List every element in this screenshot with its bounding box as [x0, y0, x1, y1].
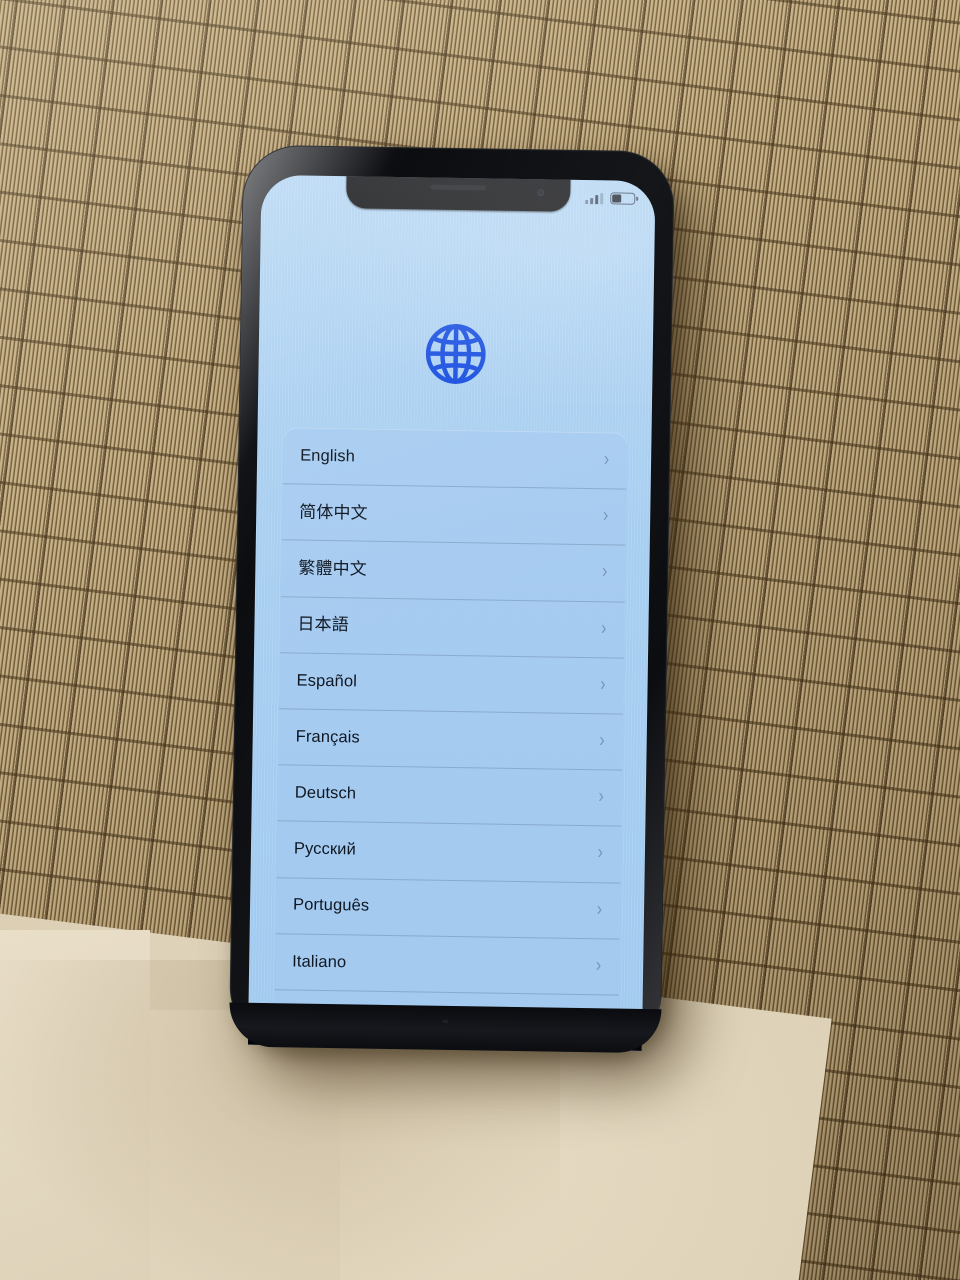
front-camera-icon [537, 189, 545, 197]
language-label: Français [295, 727, 360, 747]
chevron-right-icon: › [597, 842, 604, 864]
chevron-right-icon: › [599, 730, 605, 752]
table-far-left-area [0, 930, 150, 1280]
language-label: Italiano [292, 952, 347, 971]
hero-icon-container [258, 317, 653, 391]
language-list-panel: English › 简体中文 › 繁體中文 › 日本語 › Español › … [273, 427, 628, 1051]
earpiece-speaker [430, 184, 487, 191]
phone-screen: English › 简体中文 › 繁體中文 › 日本語 › Español › … [247, 174, 656, 1051]
language-row-portuguese[interactable]: Português › [276, 877, 621, 939]
cellular-signal-icon [585, 192, 604, 204]
language-label: Español [296, 671, 358, 691]
chevron-right-icon: › [600, 673, 606, 696]
language-row-traditional-chinese[interactable]: 繁體中文 › [281, 540, 626, 602]
language-label: Português [292, 895, 370, 916]
language-row-french[interactable]: Français › [278, 708, 623, 770]
language-row-english[interactable]: English › [283, 427, 628, 489]
language-row-japanese[interactable]: 日本語 › [280, 596, 625, 658]
language-label: 繁體中文 [298, 558, 367, 579]
chevron-right-icon: › [601, 561, 608, 583]
chevron-right-icon: › [602, 505, 609, 527]
language-row-italian[interactable]: Italiano › [275, 933, 620, 995]
language-row-simplified-chinese[interactable]: 简体中文 › [282, 483, 627, 545]
language-label: Русский [293, 839, 357, 859]
language-row-german[interactable]: Deutsch › [277, 764, 622, 826]
chevron-right-icon: › [603, 449, 610, 471]
smartphone-device: English › 简体中文 › 繁體中文 › 日本語 › Español › … [228, 144, 675, 1054]
chevron-right-icon: › [598, 786, 604, 808]
language-label: Deutsch [294, 783, 357, 803]
language-label: 简体中文 [299, 502, 368, 523]
language-label: English [300, 446, 356, 466]
language-label: 日本語 [297, 614, 349, 635]
chevron-right-icon: › [595, 954, 602, 977]
phone-bottom-bezel [228, 1002, 662, 1054]
chevron-right-icon: › [596, 898, 603, 920]
battery-icon [610, 192, 636, 205]
language-row-spanish[interactable]: Español › [279, 652, 624, 714]
status-bar [585, 192, 636, 205]
display-notch [346, 174, 571, 212]
chevron-right-icon: › [600, 617, 607, 640]
language-row-russian[interactable]: Русский › [277, 821, 622, 883]
photo-scene: English › 简体中文 › 繁體中文 › 日本語 › Español › … [0, 0, 960, 1280]
globe-icon [425, 324, 486, 384]
